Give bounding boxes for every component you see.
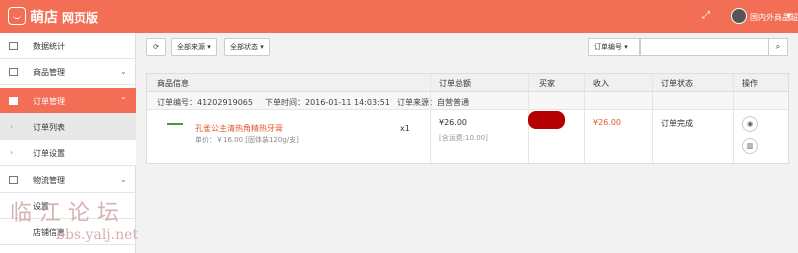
sidebar-item-label: 物流管理 xyxy=(33,176,65,185)
search-input[interactable] xyxy=(640,38,769,56)
divider xyxy=(652,74,653,163)
product-name-link[interactable]: 孔雀公主清热角精热牙膏 xyxy=(195,123,283,134)
income: ¥26.00 xyxy=(593,118,621,127)
orders-table: 商品信息 订单总额 买家 收入 订单状态 操作 订单编号：41202919065… xyxy=(146,73,789,164)
divider xyxy=(430,74,431,163)
divider xyxy=(584,74,585,163)
chevron-right-icon: › xyxy=(10,122,14,131)
product-thumbnail[interactable] xyxy=(167,123,183,133)
column-header: 商品信息 xyxy=(157,79,189,88)
buyer-redacted xyxy=(528,111,565,129)
order-summary-bar: 订单编号：41202919065 下单时间：2016-01-11 14:03:5… xyxy=(147,92,788,110)
fullscreen-icon[interactable]: ⤢ xyxy=(702,11,712,21)
chevron-up-icon: ⌃ xyxy=(120,96,127,105)
goods-icon xyxy=(9,68,18,76)
chevron-down-icon: ⌄ xyxy=(120,67,127,76)
sidebar-item-label: 数据统计 xyxy=(33,42,65,51)
order-number: 订单编号：41202919065 xyxy=(157,98,253,107)
column-header: 买家 xyxy=(539,79,555,88)
sidebar-item-logistics[interactable]: 物流管理 ⌄ xyxy=(0,167,136,193)
chevron-down-icon[interactable]: ▼ xyxy=(786,12,791,20)
status-filter-dropdown[interactable]: 全部状态 ▾ xyxy=(224,38,270,56)
search-button[interactable]: ⌕ xyxy=(768,38,788,56)
order-total: ¥26.00 xyxy=(439,118,467,127)
brand-subtitle: 网页版 xyxy=(62,11,99,25)
column-header: 操作 xyxy=(742,79,758,88)
watermark-url: bbs.yalj.net xyxy=(56,227,139,243)
chart-icon xyxy=(9,42,18,50)
chevron-down-icon: ⌄ xyxy=(120,175,127,184)
quantity: x1 xyxy=(400,124,410,133)
brand-name: 萌店 xyxy=(30,10,58,26)
sidebar-item-order-settings[interactable]: › 订单设置 xyxy=(0,140,136,166)
order-source: 订单来源：自营普通 xyxy=(397,98,469,107)
source-filter-dropdown[interactable]: 全部来源 ▾ xyxy=(171,38,217,56)
sidebar-item-label: 商品管理 xyxy=(33,68,65,77)
delete-button[interactable]: ▥ xyxy=(742,138,758,154)
chevron-right-icon: › xyxy=(10,148,14,157)
freight-note: [含运费:10.00] xyxy=(439,134,488,142)
avatar[interactable] xyxy=(731,8,747,24)
logo-icon[interactable] xyxy=(8,7,26,25)
eye-icon: ◉ xyxy=(746,120,754,128)
source-filter-label: 全部来源 xyxy=(177,43,205,51)
column-header: 订单总额 xyxy=(439,79,471,88)
status-filter-label: 全部状态 xyxy=(230,43,258,51)
refresh-button[interactable]: ⟳ xyxy=(146,38,166,56)
sidebar-item-label: 订单设置 xyxy=(33,149,65,158)
view-button[interactable]: ◉ xyxy=(742,116,758,132)
order-time: 下单时间：2016-01-11 14:03:51 xyxy=(265,98,390,107)
product-meta: 单价：￥16.00 [固体装120g/支] xyxy=(195,136,299,144)
sidebar-item-goods[interactable]: 商品管理 ⌄ xyxy=(0,59,136,85)
order-icon xyxy=(9,97,18,105)
search-icon: ⌕ xyxy=(775,42,781,51)
search-type-dropdown[interactable]: 订单编号 ▾ xyxy=(588,38,640,56)
sidebar-item-label: 订单管理 xyxy=(33,97,65,106)
truck-icon xyxy=(9,176,18,184)
search-type-label: 订单编号 xyxy=(594,43,622,51)
sidebar-item-label: 订单列表 xyxy=(33,123,65,132)
column-header: 订单状态 xyxy=(661,79,693,88)
sidebar-item-order-list[interactable]: › 订单列表 xyxy=(0,114,136,140)
watermark: 临 江 论 坛 xyxy=(10,201,119,226)
table-header: 商品信息 订单总额 买家 收入 订单状态 操作 xyxy=(147,74,788,92)
sidebar-item-stats[interactable]: 数据统计 xyxy=(0,33,136,59)
sidebar-item-orders[interactable]: 订单管理 ⌃ xyxy=(0,88,136,114)
top-bar: 萌店 网页版 ⤢ 国内外商品超市 ▼ xyxy=(0,0,798,33)
column-header: 收入 xyxy=(593,79,609,88)
trash-icon: ▥ xyxy=(746,142,754,150)
order-status: 订单完成 xyxy=(661,119,693,128)
divider xyxy=(733,74,734,163)
